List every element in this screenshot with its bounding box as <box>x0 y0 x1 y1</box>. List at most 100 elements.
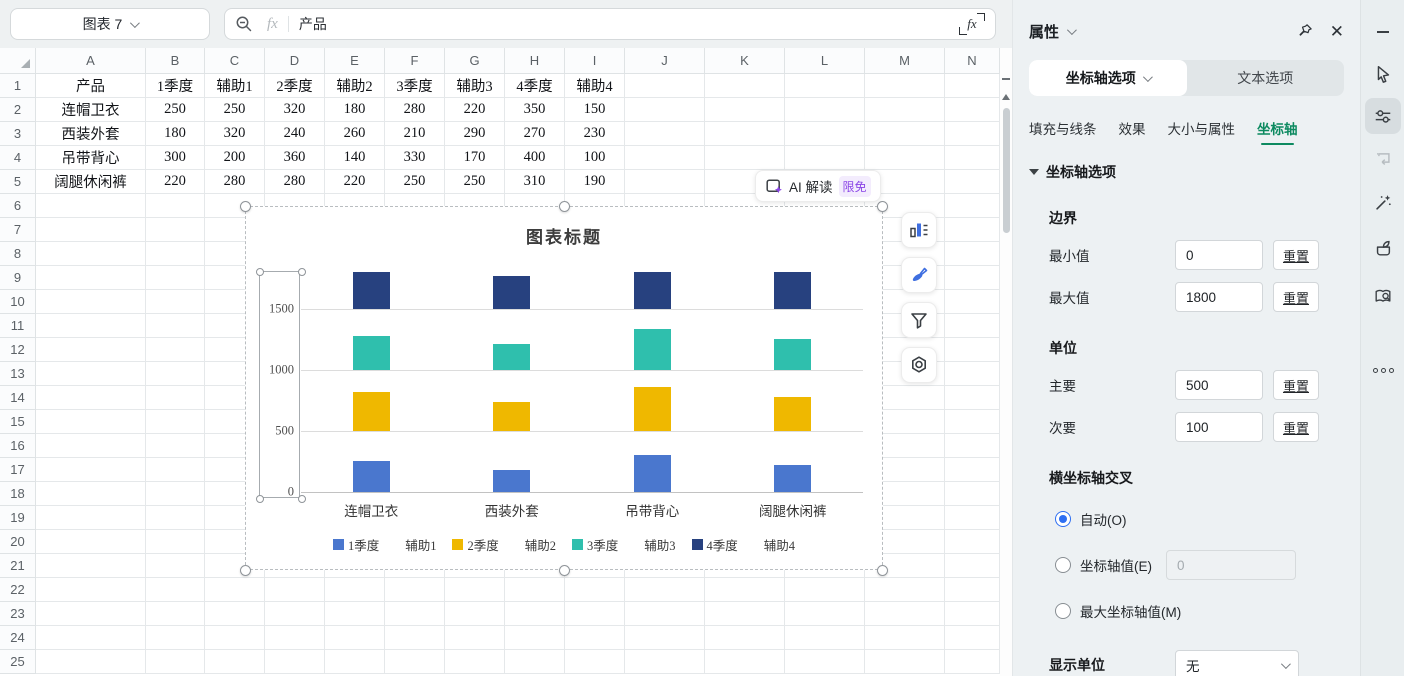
cell-B8[interactable] <box>146 242 205 266</box>
max-value-input[interactable] <box>1175 282 1263 312</box>
row-header-5[interactable]: 5 <box>0 170 36 194</box>
cell-B18[interactable] <box>146 482 205 506</box>
cell-B10[interactable] <box>146 290 205 314</box>
cell-A18[interactable] <box>36 482 146 506</box>
cell-B19[interactable] <box>146 506 205 530</box>
cell-H25[interactable] <box>505 650 565 674</box>
cell-B9[interactable] <box>146 266 205 290</box>
cell-C23[interactable] <box>205 602 265 626</box>
row-header-23[interactable]: 23 <box>0 602 36 626</box>
subtab-effects[interactable]: 效果 <box>1119 118 1146 138</box>
cell-C3[interactable]: 320 <box>205 122 265 146</box>
subtab-size-properties[interactable]: 大小与属性 <box>1168 118 1236 138</box>
bar-3季度-连帽卫衣[interactable] <box>353 336 390 370</box>
cell-N14[interactable] <box>945 386 1000 410</box>
cell-N3[interactable] <box>945 122 1000 146</box>
cell-F25[interactable] <box>385 650 445 674</box>
bar-1季度-连帽卫衣[interactable] <box>353 461 390 492</box>
cell-E5[interactable]: 220 <box>325 170 385 194</box>
cell-A20[interactable] <box>36 530 146 554</box>
cell-N23[interactable] <box>945 602 1000 626</box>
cell-N7[interactable] <box>945 218 1000 242</box>
row-header-20[interactable]: 20 <box>0 530 36 554</box>
cell-H4[interactable]: 400 <box>505 146 565 170</box>
x-category-label[interactable]: 阔腿休闲裤 <box>723 500 864 520</box>
cell-N25[interactable] <box>945 650 1000 674</box>
cell-F1[interactable]: 3季度 <box>385 74 445 98</box>
cell-A16[interactable] <box>36 434 146 458</box>
chart-style-button[interactable] <box>901 257 937 293</box>
cell-B16[interactable] <box>146 434 205 458</box>
cell-J23[interactable] <box>625 602 705 626</box>
cell-G2[interactable]: 220 <box>445 98 505 122</box>
cell-K22[interactable] <box>705 578 785 602</box>
cell-I2[interactable]: 150 <box>565 98 625 122</box>
cell-K3[interactable] <box>705 122 785 146</box>
bar-4季度-连帽卫衣[interactable] <box>353 272 390 309</box>
cell-A9[interactable] <box>36 266 146 290</box>
radio-max-axis-value[interactable]: 最大坐标轴值(M) <box>1055 596 1344 626</box>
cell-E2[interactable]: 180 <box>325 98 385 122</box>
sheet-vertical-scrollbar[interactable] <box>1000 48 1012 676</box>
cell-N4[interactable] <box>945 146 1000 170</box>
legend-item-4季度[interactable]: 4季度 <box>692 535 738 554</box>
cell-L24[interactable] <box>785 626 865 650</box>
cell-A17[interactable] <box>36 458 146 482</box>
max-reset-button[interactable]: 重置 <box>1273 282 1319 312</box>
cell-C2[interactable]: 250 <box>205 98 265 122</box>
cell-F22[interactable] <box>385 578 445 602</box>
cell-N9[interactable] <box>945 266 1000 290</box>
radio-auto[interactable]: 自动(O) <box>1055 504 1344 534</box>
column-header-A[interactable]: A <box>36 48 146 74</box>
row-header-19[interactable]: 19 <box>0 506 36 530</box>
cell-H3[interactable]: 270 <box>505 122 565 146</box>
cell-I3[interactable]: 230 <box>565 122 625 146</box>
row-header-12[interactable]: 12 <box>0 338 36 362</box>
cell-A22[interactable] <box>36 578 146 602</box>
cell-H5[interactable]: 310 <box>505 170 565 194</box>
cell-B6[interactable] <box>146 194 205 218</box>
radio-axis-value[interactable]: 坐标轴值(E) <box>1055 550 1344 580</box>
cell-H22[interactable] <box>505 578 565 602</box>
cell-B15[interactable] <box>146 410 205 434</box>
cell-J1[interactable] <box>625 74 705 98</box>
cell-F23[interactable] <box>385 602 445 626</box>
chevron-down-icon[interactable] <box>130 18 140 28</box>
cell-L25[interactable] <box>785 650 865 674</box>
minimize-panel-button[interactable] <box>1365 14 1401 50</box>
cell-A4[interactable]: 吊带背心 <box>36 146 146 170</box>
cell-J3[interactable] <box>625 122 705 146</box>
cell-N13[interactable] <box>945 362 1000 386</box>
cell-N10[interactable] <box>945 290 1000 314</box>
axis-selection-handle[interactable] <box>298 495 306 503</box>
cell-I22[interactable] <box>565 578 625 602</box>
chart-selection-handle[interactable] <box>877 201 888 212</box>
cell-B7[interactable] <box>146 218 205 242</box>
book-search-button[interactable] <box>1365 278 1401 314</box>
legend-item-辅助4[interactable]: 辅助4 <box>754 535 795 554</box>
cell-A13[interactable] <box>36 362 146 386</box>
cell-B3[interactable]: 180 <box>146 122 205 146</box>
cell-D2[interactable]: 320 <box>265 98 325 122</box>
cell-G5[interactable]: 250 <box>445 170 505 194</box>
display-unit-select[interactable]: 无 <box>1175 650 1299 676</box>
cell-L23[interactable] <box>785 602 865 626</box>
cell-G23[interactable] <box>445 602 505 626</box>
major-reset-button[interactable]: 重置 <box>1273 370 1319 400</box>
cell-M3[interactable] <box>865 122 945 146</box>
cell-A21[interactable] <box>36 554 146 578</box>
cell-D3[interactable]: 240 <box>265 122 325 146</box>
cell-M2[interactable] <box>865 98 945 122</box>
axis-options-section[interactable]: 坐标轴选项 <box>1029 162 1344 182</box>
column-header-N[interactable]: N <box>945 48 1000 74</box>
bar-2季度-连帽卫衣[interactable] <box>353 392 390 431</box>
radio-off-icon[interactable] <box>1055 603 1071 619</box>
cell-A3[interactable]: 西装外套 <box>36 122 146 146</box>
cell-B2[interactable]: 250 <box>146 98 205 122</box>
bar-3季度-西装外套[interactable] <box>493 344 530 370</box>
cell-D1[interactable]: 2季度 <box>265 74 325 98</box>
axis-selection-handle[interactable] <box>256 495 264 503</box>
cell-J5[interactable] <box>625 170 705 194</box>
bar-1季度-西装外套[interactable] <box>493 470 530 492</box>
cell-M23[interactable] <box>865 602 945 626</box>
